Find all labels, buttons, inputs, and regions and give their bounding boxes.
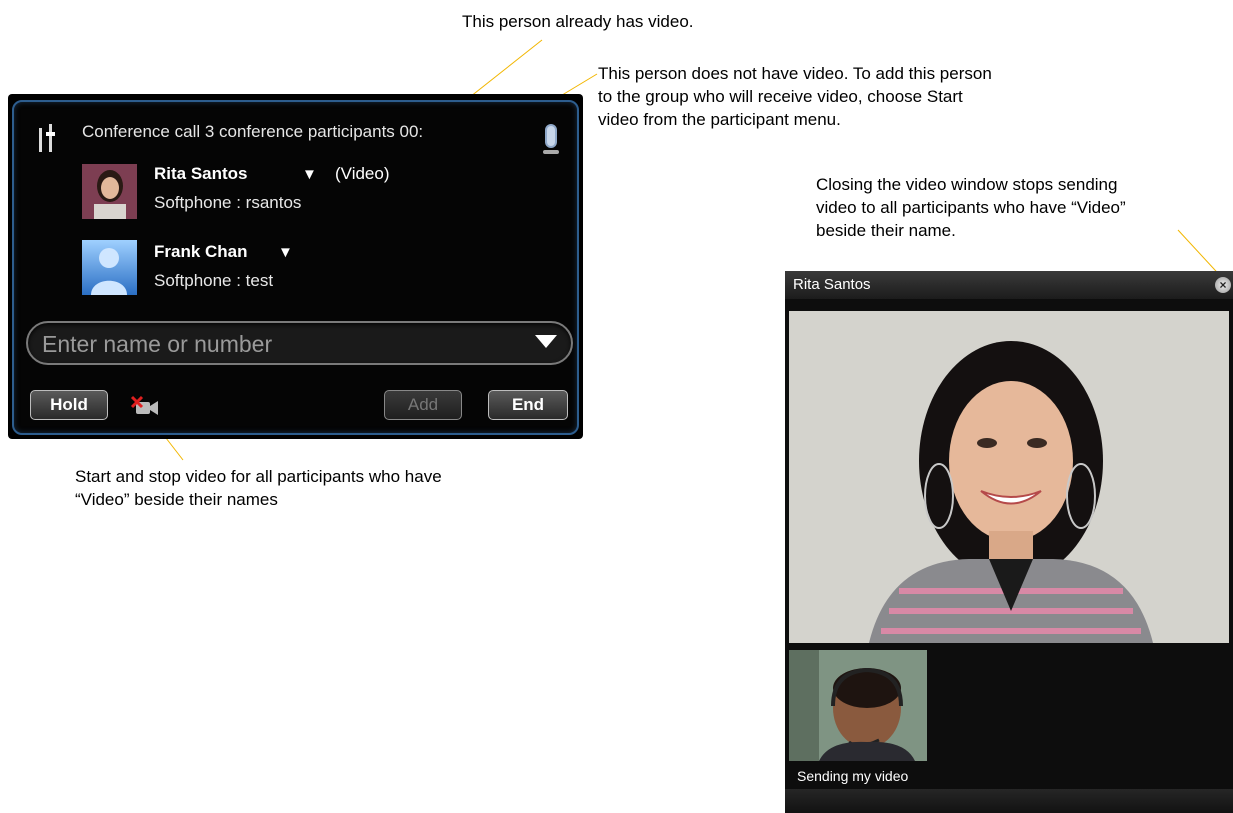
callout-line: This person does not have video. To add … xyxy=(598,64,992,83)
video-off-icon[interactable] xyxy=(130,394,160,418)
callout-no-video: This person does not have video. To add … xyxy=(598,62,992,131)
callout-line: beside their name. xyxy=(816,221,956,240)
callout-line: video to all participants who have “Vide… xyxy=(816,198,1126,217)
conference-title: Conference call 3 conference participant… xyxy=(82,122,424,141)
participant-device: Softphone : test xyxy=(154,271,274,290)
avatar xyxy=(82,240,137,295)
volume-slider-icon[interactable] xyxy=(36,122,58,152)
video-window-titlebar[interactable]: Rita Santos × xyxy=(785,271,1233,299)
participant-menu-dropdown-icon[interactable]: ▼ xyxy=(278,244,293,261)
callout-line: video from the participant menu. xyxy=(598,110,841,129)
self-video-label: Sending my video xyxy=(797,768,909,784)
participant-name: Rita Santos xyxy=(154,164,248,183)
self-video-preview xyxy=(789,650,927,761)
callout-closing-window: Closing the video window stops sending v… xyxy=(816,173,1126,242)
video-status-label: (Video) xyxy=(335,164,390,183)
participant-device: Softphone : rsantos xyxy=(154,193,302,212)
callout-has-video: This person already has video. xyxy=(462,12,694,31)
end-button[interactable]: End xyxy=(488,390,568,420)
name-or-number-field[interactable] xyxy=(26,321,573,365)
callout-start-stop-video: Start and stop video for all participant… xyxy=(75,465,442,511)
hold-button[interactable]: Hold xyxy=(30,390,108,420)
callout-line: Closing the video window stops sending xyxy=(816,175,1118,194)
name-or-number-input[interactable] xyxy=(40,330,514,358)
conference-panel: Conference call 3 conference participant… xyxy=(12,100,579,435)
remote-video-feed xyxy=(789,311,1229,643)
avatar xyxy=(82,164,137,219)
video-window-title: Rita Santos xyxy=(793,276,871,293)
video-window-bottom-bar xyxy=(785,789,1233,813)
video-window: Rita Santos × Sending my video xyxy=(785,271,1233,813)
participant-name: Frank Chan xyxy=(154,242,248,261)
callout-line: “Video” beside their names xyxy=(75,490,278,509)
participant-menu-dropdown-icon[interactable]: ▼ xyxy=(302,166,317,183)
callout-line: Start and stop video for all participant… xyxy=(75,467,442,486)
microphone-icon[interactable] xyxy=(541,122,561,160)
callout-line: to the group who will receive video, cho… xyxy=(598,87,963,106)
close-icon[interactable]: × xyxy=(1215,277,1231,293)
add-button[interactable]: Add xyxy=(384,390,462,420)
conference-call-window: Conference call 3 conference participant… xyxy=(8,94,583,439)
dropdown-arrow-icon[interactable] xyxy=(535,335,557,348)
